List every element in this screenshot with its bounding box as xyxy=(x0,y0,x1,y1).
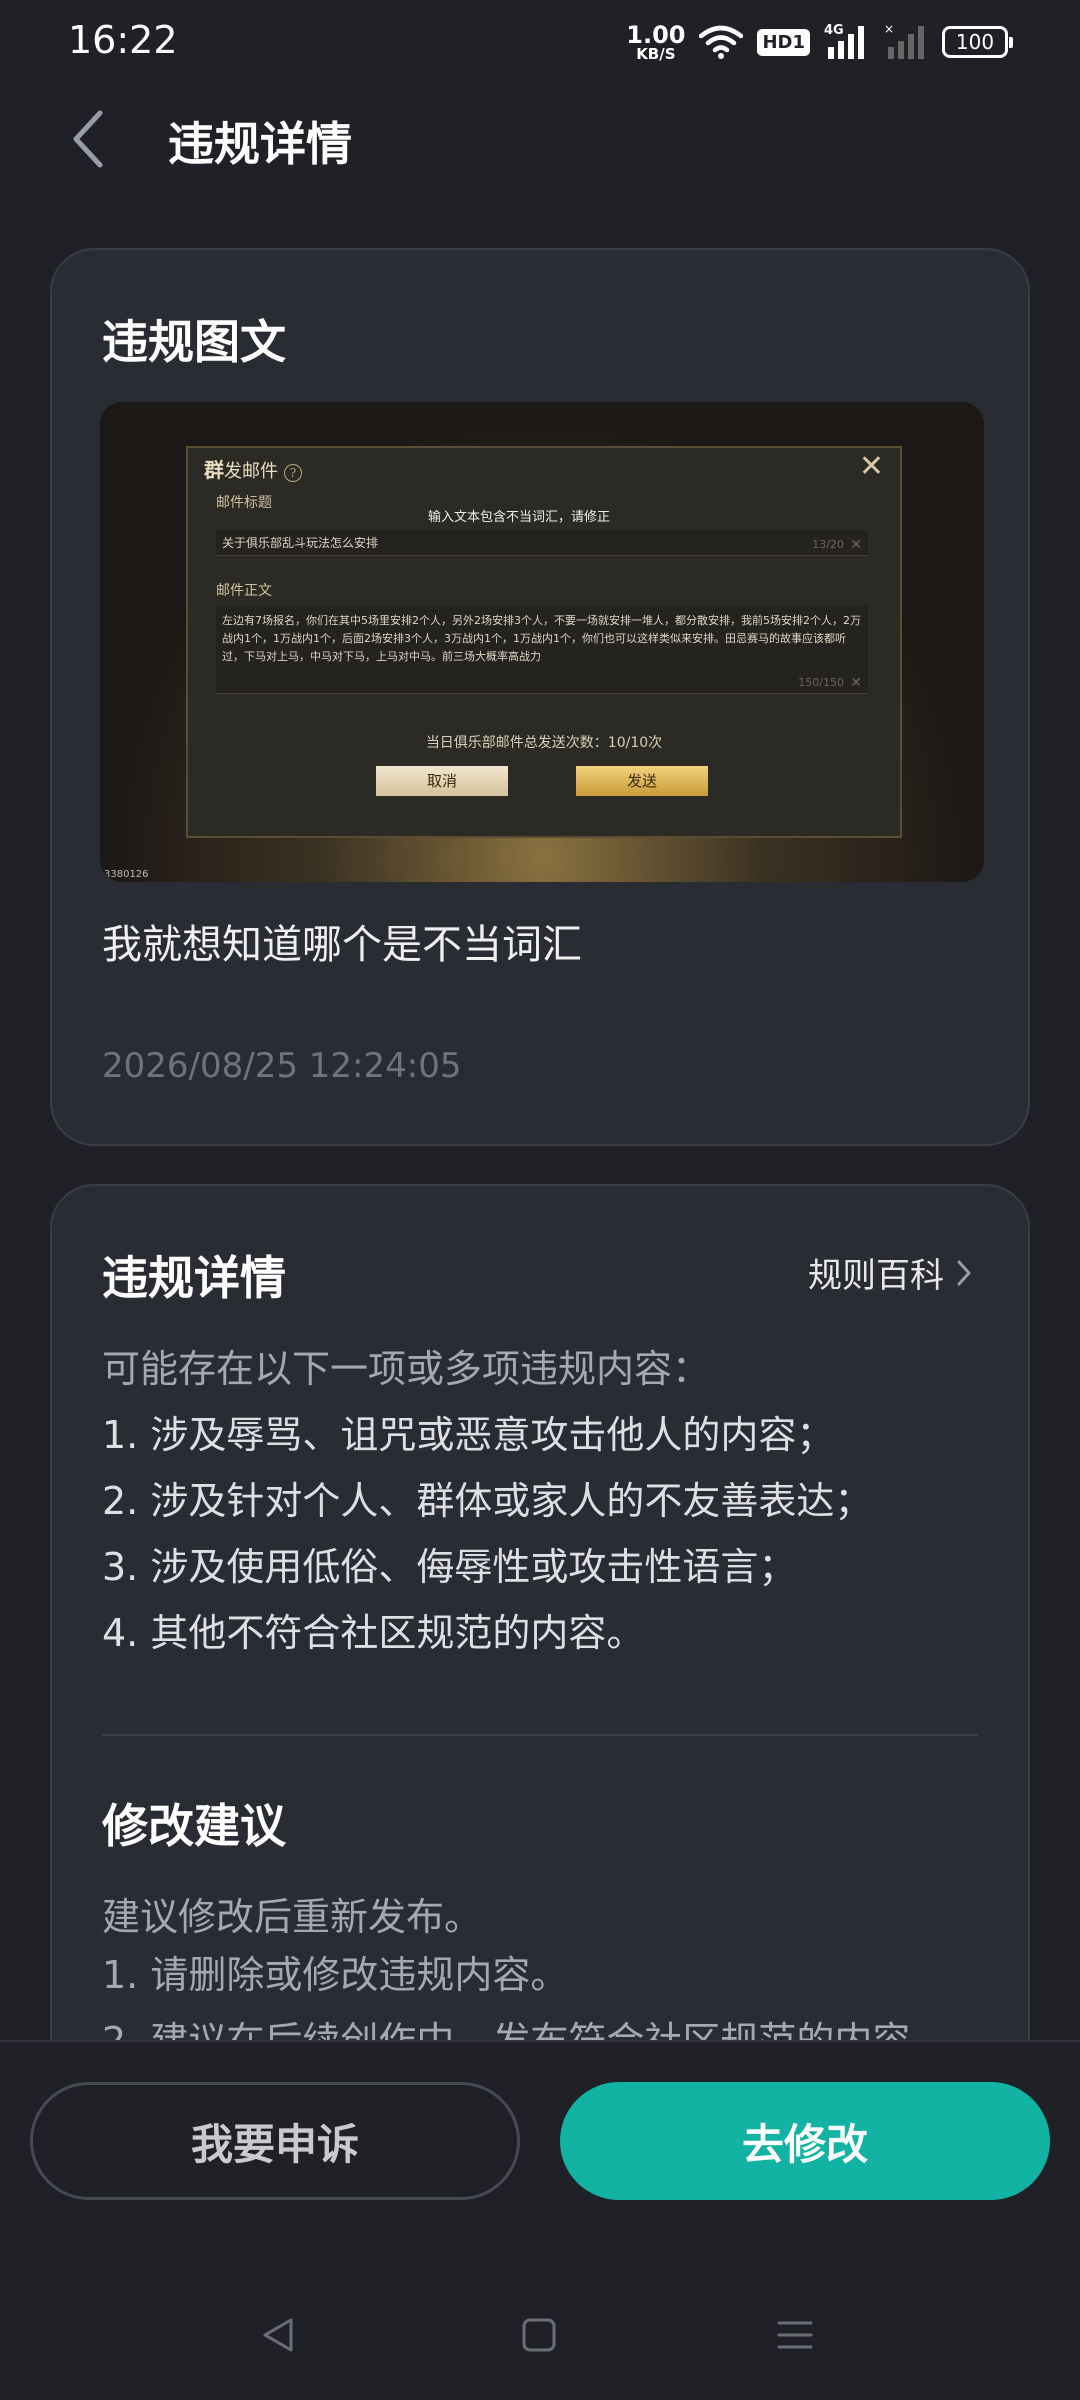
svg-text:×: × xyxy=(884,23,894,36)
back-button[interactable] xyxy=(60,104,116,174)
chevron-right-icon xyxy=(957,1260,971,1285)
back-triangle-icon xyxy=(263,2318,293,2352)
help-icon: ? xyxy=(284,464,302,482)
violation-item: 1. 涉及辱骂、诅咒或恶意攻击他人的内容； xyxy=(102,1413,835,1457)
hd-icon: HD1 xyxy=(757,28,810,56)
battery-icon: 100 xyxy=(942,26,1013,58)
mail-subject-field: 关于俱乐部乱斗玩法怎么安排 13/20 ✕ xyxy=(216,530,868,556)
violation-item: 4. 其他不符合社区规范的内容。 xyxy=(102,1611,645,1655)
page-title: 违规详情 xyxy=(168,117,352,171)
close-icon: ✕ xyxy=(858,449,884,484)
mail-dialog: 群发邮件? ✕ 输入文本包含不当词汇，请修正 邮件标题 关于俱乐部乱斗玩法怎么安… xyxy=(186,446,902,838)
details-card: 违规详情 规则百科 可能存在以下一项或多项违规内容： 1. 涉及辱骂、诅咒或恶意… xyxy=(50,1184,1030,2084)
status-time: 16:22 xyxy=(68,18,178,62)
clear-icon: ✕ xyxy=(850,537,862,553)
violation-intro: 可能存在以下一项或多项违规内容： xyxy=(102,1347,711,1391)
mail-dialog-title: 群发邮件? xyxy=(204,454,302,483)
violation-image[interactable]: 群发邮件? ✕ 输入文本包含不当词汇，请修正 邮件标题 关于俱乐部乱斗玩法怎么安… xyxy=(100,402,984,882)
home-square-icon xyxy=(522,2318,556,2352)
post-section-title: 违规图文 xyxy=(102,315,286,369)
mail-cancel-button: 取消 xyxy=(376,766,508,796)
suggestion-intro: 建议修改后重新发布。 xyxy=(102,1895,483,1939)
chevron-left-icon xyxy=(73,110,103,168)
mail-warning: 输入文本包含不当词汇，请修正 xyxy=(428,510,611,525)
violation-list: 1. 涉及辱骂、诅咒或恶意攻击他人的内容； 2. 涉及针对个人、群体或家人的不友… xyxy=(102,1402,872,1666)
mail-body-count: 150/150 xyxy=(798,676,844,689)
clear-icon: ✕ xyxy=(850,675,862,691)
network-type-label: 4G xyxy=(824,23,844,38)
suggestion-item: 1. 请删除或修改违规内容。 xyxy=(102,1953,569,1997)
rules-wiki-label: 规则百科 xyxy=(808,1256,944,1296)
mail-send-count: 当日俱乐部邮件总发送次数：10/10次 xyxy=(425,735,663,751)
mail-send-button: 发送 xyxy=(576,766,708,796)
divider xyxy=(102,1734,978,1736)
signal-4g-icon: 4G xyxy=(824,23,864,59)
violation-item: 2. 涉及针对个人、群体或家人的不友善表达； xyxy=(102,1479,873,1523)
mail-subject-value: 关于俱乐部乱斗玩法怎么安排 xyxy=(222,536,379,550)
mail-dialog-title-text: 发邮件 xyxy=(224,461,278,482)
violation-item: 3. 涉及使用低俗、侮辱性或攻击性语言； xyxy=(102,1545,797,1589)
wifi-icon xyxy=(699,25,744,59)
post-card: 违规图文 群发邮件? ✕ 输入文本包含不当词汇，请修正 邮件标题 关于俱乐部乱斗… xyxy=(50,248,1030,1146)
network-speed: 1.00 KB/S xyxy=(626,23,685,62)
mail-subject-count: 13/20 xyxy=(812,538,844,551)
nav-home-button[interactable] xyxy=(494,2270,584,2400)
menu-lines-icon xyxy=(777,2321,813,2349)
post-time: 2026/08/25 12:24:05 xyxy=(102,1046,462,1086)
mail-subject-label: 邮件标题 xyxy=(216,495,272,511)
mail-dialog-title-mark: 群 xyxy=(204,458,224,482)
status-icons: 1.00 KB/S HD1 4G × 100 xyxy=(626,20,1013,64)
mail-body-value: 左边有7场报名，你们在其中5场里安排2个人，另外2场安排3个人，不要一场就安排一… xyxy=(222,614,861,663)
network-speed-unit: KB/S xyxy=(636,44,676,63)
signal-sim2-icon: × xyxy=(884,23,924,59)
details-section-title: 违规详情 xyxy=(102,1251,286,1305)
post-text: 我就想知道哪个是不当词汇 xyxy=(102,922,582,968)
system-nav-bar xyxy=(0,2270,1080,2400)
mail-body-label: 邮件正文 xyxy=(216,583,272,599)
suggestion-title: 修改建议 xyxy=(102,1799,286,1853)
nav-menu-button[interactable] xyxy=(750,2270,840,2400)
appeal-button[interactable]: 我要申诉 xyxy=(30,2082,520,2200)
mail-body-field: 左边有7场报名，你们在其中5场里安排2个人，另外2场安排3个人，不要一场就安排一… xyxy=(216,606,868,694)
network-speed-value: 1.00 xyxy=(626,20,686,49)
rules-wiki-link[interactable]: 规则百科 xyxy=(808,1248,972,1297)
image-id: 3380126 xyxy=(104,869,149,880)
status-bar: 16:22 1.00 KB/S HD1 4G × 100 xyxy=(0,0,1080,84)
nav-back-button[interactable] xyxy=(234,2270,324,2400)
edit-button[interactable]: 去修改 xyxy=(560,2082,1050,2200)
